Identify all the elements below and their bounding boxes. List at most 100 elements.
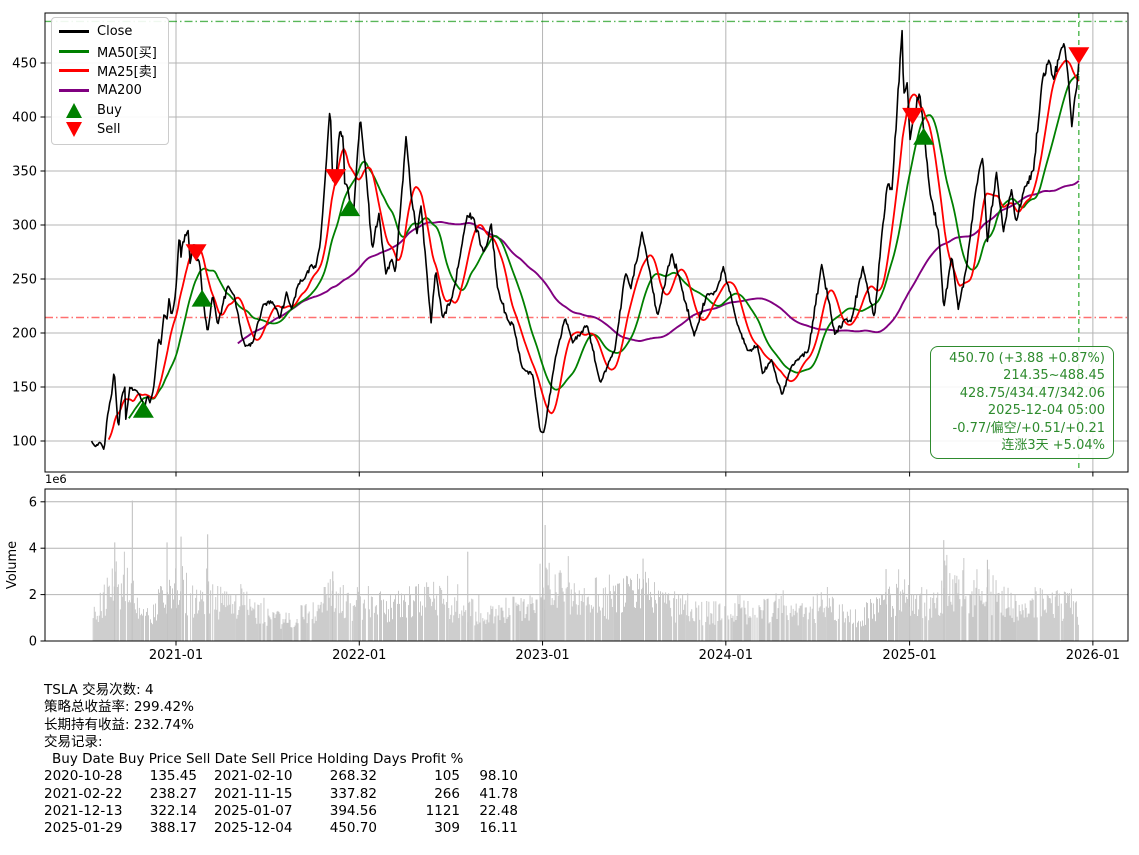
volume-bar <box>498 616 499 642</box>
volume-bar <box>409 586 410 641</box>
volume-bar <box>315 617 316 642</box>
volume-bar <box>895 616 896 641</box>
volume-bar <box>955 583 956 641</box>
volume-bar <box>388 609 389 641</box>
volume-bar <box>634 607 635 641</box>
annot-range: 214.35~488.45 <box>939 367 1105 384</box>
volume-bar <box>802 603 803 641</box>
volume-bar <box>281 629 282 641</box>
volume-bar <box>753 608 754 641</box>
volume-bar <box>244 605 245 641</box>
volume-bar <box>1036 591 1037 641</box>
volume-bar <box>156 621 157 642</box>
volume-bar <box>117 587 118 641</box>
tsla-strategy-backtest-page: { "legend": { "items": [ {"label": "Clos… <box>0 0 1139 855</box>
volume-bar <box>896 584 897 641</box>
volume-bar <box>403 600 404 641</box>
volume-bar <box>856 627 857 641</box>
volume-bar <box>420 601 421 641</box>
volume-bar <box>147 608 148 641</box>
volume-bar <box>322 612 323 641</box>
volume-bar <box>425 607 426 641</box>
legend-label: Sell <box>97 122 120 137</box>
volume-bar <box>899 610 900 641</box>
volume-bar <box>674 591 675 641</box>
sell-marker <box>1068 47 1089 64</box>
volume-bar <box>294 627 295 641</box>
date-tick-label: 2025-01 <box>882 648 936 663</box>
volume-bar <box>154 617 155 641</box>
volume-bar <box>499 605 500 641</box>
volume-bar <box>348 593 349 641</box>
volume-bar <box>517 606 518 641</box>
volume-bar <box>487 612 488 641</box>
volume-bar <box>444 605 445 641</box>
legend-label: Close <box>97 24 132 39</box>
volume-bar <box>398 591 399 641</box>
volume-bar <box>206 569 207 642</box>
annot-price-change: 450.70 (+3.88 +0.87%) <box>939 350 1105 367</box>
volume-bar <box>137 598 138 641</box>
volume-bar <box>157 614 158 641</box>
volume-bar <box>326 594 327 641</box>
volume-bar <box>179 600 180 641</box>
volume-bar <box>685 600 686 641</box>
volume-bar <box>824 608 825 641</box>
volume-bar <box>964 599 965 641</box>
volume-bar <box>452 623 453 642</box>
legend-item-ma25: MA25[卖] <box>58 61 162 81</box>
volume-bar <box>183 580 184 641</box>
volume-bar <box>616 612 617 641</box>
volume-bar <box>463 606 464 642</box>
volume-bar <box>735 603 736 641</box>
volume-bar <box>712 623 713 641</box>
volume-bar <box>468 603 469 641</box>
volume-bar <box>623 578 624 641</box>
volume-bar <box>331 606 332 641</box>
volume-bar <box>1040 588 1041 641</box>
volume-bar <box>242 605 243 641</box>
trade-cell: 16.11 <box>460 820 518 837</box>
volume-bar <box>196 590 197 641</box>
volume-bar <box>307 623 308 641</box>
volume-bar <box>664 603 665 641</box>
volume-bar <box>100 593 101 641</box>
volume-bar <box>165 605 166 641</box>
volume-bar <box>533 603 534 641</box>
volume-bar <box>428 587 429 641</box>
volume-bar <box>235 594 236 641</box>
volume-bar <box>159 593 160 641</box>
volume-bar <box>836 621 837 641</box>
volume-bar <box>583 602 584 641</box>
volume-bar <box>969 613 970 641</box>
volume-bar <box>794 615 795 641</box>
volume-bar <box>1009 607 1010 641</box>
volume-bar <box>336 592 337 642</box>
volume-bar <box>395 594 396 641</box>
date-tick-label: 2023-01 <box>515 648 569 663</box>
volume-bar <box>587 597 588 641</box>
volume-bar <box>162 590 163 641</box>
volume-bar <box>1020 611 1021 641</box>
date-tick-label: 2022-01 <box>332 648 386 663</box>
volume-bar <box>782 613 783 641</box>
volume-bar <box>772 617 773 641</box>
volume-bar <box>202 592 203 641</box>
volume-bar <box>208 581 209 641</box>
volume-bar <box>930 597 931 641</box>
volume-bar <box>638 589 639 641</box>
volume-bar <box>435 610 436 641</box>
volume-bar <box>402 617 403 641</box>
volume-bar <box>220 587 221 641</box>
volume-bar <box>953 611 954 641</box>
volume-bar <box>537 600 538 642</box>
volume-bar <box>765 600 766 641</box>
volume-bar <box>916 594 917 641</box>
volume-bar <box>986 602 987 641</box>
volume-bar <box>127 568 128 641</box>
volume-bar <box>96 620 97 642</box>
volume-bar <box>853 623 854 641</box>
volume-bar <box>319 609 320 641</box>
volume-bar <box>155 604 156 642</box>
volume-bar <box>355 607 356 641</box>
